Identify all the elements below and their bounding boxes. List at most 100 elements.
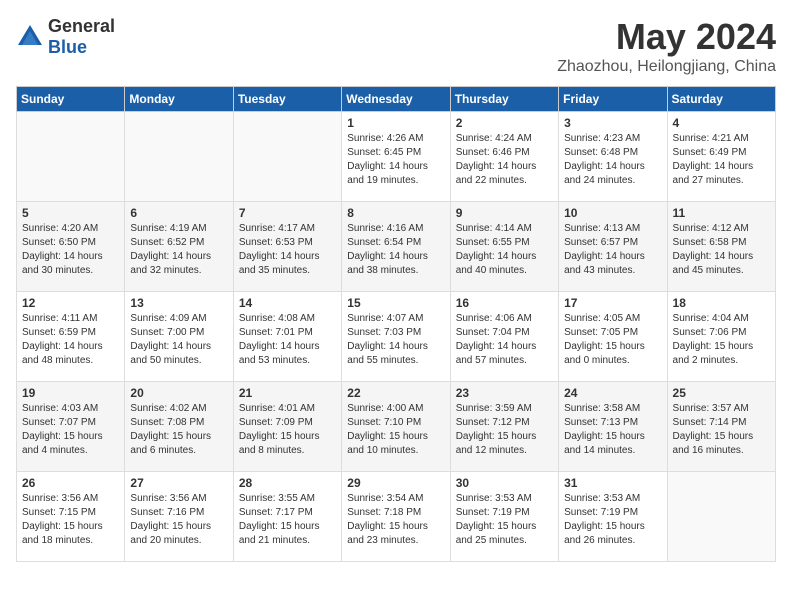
day-header-saturday: Saturday — [667, 87, 775, 112]
logo-general: General — [48, 16, 115, 36]
day-header-sunday: Sunday — [17, 87, 125, 112]
day-info: Sunrise: 3:58 AM Sunset: 7:13 PM Dayligh… — [564, 402, 661, 458]
day-info: Sunrise: 4:11 AM Sunset: 6:59 PM Dayligh… — [22, 312, 119, 368]
day-cell: 23 Sunrise: 3:59 AM Sunset: 7:12 PM Dayli… — [450, 382, 558, 472]
day-number: 24 — [564, 386, 661, 400]
day-number: 5 — [22, 206, 119, 220]
day-info: Sunrise: 3:53 AM Sunset: 7:19 PM Dayligh… — [456, 492, 553, 548]
day-cell: 24 Sunrise: 3:58 AM Sunset: 7:13 PM Dayli… — [559, 382, 667, 472]
day-number: 9 — [456, 206, 553, 220]
day-cell: 20 Sunrise: 4:02 AM Sunset: 7:08 PM Dayli… — [125, 382, 233, 472]
day-cell: 7 Sunrise: 4:17 AM Sunset: 6:53 PM Daylig… — [233, 202, 341, 292]
day-cell: 9 Sunrise: 4:14 AM Sunset: 6:55 PM Daylig… — [450, 202, 558, 292]
day-info: Sunrise: 4:14 AM Sunset: 6:55 PM Dayligh… — [456, 222, 553, 278]
calendar-table: SundayMondayTuesdayWednesdayThursdayFrid… — [16, 86, 776, 562]
day-number: 14 — [239, 296, 336, 310]
week-row-1: 1Sunrise: 4:26 AM Sunset: 6:45 PM Daylig… — [17, 112, 776, 202]
day-info: Sunrise: 4:24 AM Sunset: 6:46 PM Dayligh… — [456, 132, 553, 188]
day-info: Sunrise: 4:13 AM Sunset: 6:57 PM Dayligh… — [564, 222, 661, 278]
day-info: Sunrise: 4:16 AM Sunset: 6:54 PM Dayligh… — [347, 222, 444, 278]
day-cell: 21 Sunrise: 4:01 AM Sunset: 7:09 PM Dayli… — [233, 382, 341, 472]
day-header-wednesday: Wednesday — [342, 87, 450, 112]
day-number: 26 — [22, 476, 119, 490]
day-cell: 6Sunrise: 4:19 AM Sunset: 6:52 PM Daylig… — [125, 202, 233, 292]
location: Zhaozhou, Heilongjiang, China — [557, 58, 776, 76]
month-year: May 2024 — [557, 16, 776, 58]
week-row-3: 12 Sunrise: 4:11 AM Sunset: 6:59 PM Dayli… — [17, 292, 776, 382]
day-cell: 4 Sunrise: 4:21 AM Sunset: 6:49 PM Daylig… — [667, 112, 775, 202]
calendar-body: 1Sunrise: 4:26 AM Sunset: 6:45 PM Daylig… — [17, 112, 776, 562]
day-number: 28 — [239, 476, 336, 490]
page-header: General Blue May 2024 Zhaozhou, Heilongj… — [16, 16, 776, 76]
day-cell — [17, 112, 125, 202]
day-info: Sunrise: 4:20 AM Sunset: 6:50 PM Dayligh… — [22, 222, 119, 278]
day-info: Sunrise: 3:59 AM Sunset: 7:12 PM Dayligh… — [456, 402, 553, 458]
day-number: 16 — [456, 296, 553, 310]
day-info: Sunrise: 4:21 AM Sunset: 6:49 PM Dayligh… — [673, 132, 770, 188]
day-number: 12 — [22, 296, 119, 310]
day-cell: 3 Sunrise: 4:23 AM Sunset: 6:48 PM Daylig… — [559, 112, 667, 202]
logo: General Blue — [16, 16, 115, 58]
day-number: 10 — [564, 206, 661, 220]
day-number: 3 — [564, 116, 661, 130]
day-cell: 29 Sunrise: 3:54 AM Sunset: 7:18 PM Dayli… — [342, 472, 450, 562]
day-cell: 26 Sunrise: 3:56 AM Sunset: 7:15 PM Dayli… — [17, 472, 125, 562]
day-header-thursday: Thursday — [450, 87, 558, 112]
day-number: 29 — [347, 476, 444, 490]
day-cell — [233, 112, 341, 202]
day-cell: 22Sunrise: 4:00 AM Sunset: 7:10 PM Dayli… — [342, 382, 450, 472]
day-number: 23 — [456, 386, 553, 400]
day-number: 19 — [22, 386, 119, 400]
day-info: Sunrise: 4:01 AM Sunset: 7:09 PM Dayligh… — [239, 402, 336, 458]
day-info: Sunrise: 4:19 AM Sunset: 6:52 PM Dayligh… — [130, 222, 227, 278]
day-cell: 30 Sunrise: 3:53 AM Sunset: 7:19 PM Dayli… — [450, 472, 558, 562]
day-cell: 31Sunrise: 3:53 AM Sunset: 7:19 PM Dayli… — [559, 472, 667, 562]
day-number: 4 — [673, 116, 770, 130]
day-number: 2 — [456, 116, 553, 130]
day-number: 13 — [130, 296, 227, 310]
day-cell: 17 Sunrise: 4:05 AM Sunset: 7:05 PM Dayli… — [559, 292, 667, 382]
week-row-5: 26 Sunrise: 3:56 AM Sunset: 7:15 PM Dayli… — [17, 472, 776, 562]
day-header-monday: Monday — [125, 87, 233, 112]
day-number: 25 — [673, 386, 770, 400]
day-info: Sunrise: 4:26 AM Sunset: 6:45 PM Dayligh… — [347, 132, 444, 188]
day-cell: 27Sunrise: 3:56 AM Sunset: 7:16 PM Dayli… — [125, 472, 233, 562]
day-info: Sunrise: 4:03 AM Sunset: 7:07 PM Dayligh… — [22, 402, 119, 458]
day-number: 11 — [673, 206, 770, 220]
day-info: Sunrise: 4:23 AM Sunset: 6:48 PM Dayligh… — [564, 132, 661, 188]
day-number: 18 — [673, 296, 770, 310]
day-cell: 19 Sunrise: 4:03 AM Sunset: 7:07 PM Dayli… — [17, 382, 125, 472]
day-info: Sunrise: 4:00 AM Sunset: 7:10 PM Dayligh… — [347, 402, 444, 458]
calendar-header-row: SundayMondayTuesdayWednesdayThursdayFrid… — [17, 87, 776, 112]
day-cell: 16 Sunrise: 4:06 AM Sunset: 7:04 PM Dayli… — [450, 292, 558, 382]
week-row-2: 5 Sunrise: 4:20 AM Sunset: 6:50 PM Daylig… — [17, 202, 776, 292]
day-number: 8 — [347, 206, 444, 220]
day-cell: 2 Sunrise: 4:24 AM Sunset: 6:46 PM Daylig… — [450, 112, 558, 202]
day-info: Sunrise: 4:08 AM Sunset: 7:01 PM Dayligh… — [239, 312, 336, 368]
day-info: Sunrise: 4:07 AM Sunset: 7:03 PM Dayligh… — [347, 312, 444, 368]
day-cell: 8 Sunrise: 4:16 AM Sunset: 6:54 PM Daylig… — [342, 202, 450, 292]
day-number: 7 — [239, 206, 336, 220]
day-number: 20 — [130, 386, 227, 400]
day-number: 30 — [456, 476, 553, 490]
day-info: Sunrise: 3:53 AM Sunset: 7:19 PM Dayligh… — [564, 492, 661, 548]
day-info: Sunrise: 4:05 AM Sunset: 7:05 PM Dayligh… — [564, 312, 661, 368]
day-cell: 15 Sunrise: 4:07 AM Sunset: 7:03 PM Dayli… — [342, 292, 450, 382]
day-info: Sunrise: 4:02 AM Sunset: 7:08 PM Dayligh… — [130, 402, 227, 458]
day-cell: 5 Sunrise: 4:20 AM Sunset: 6:50 PM Daylig… — [17, 202, 125, 292]
day-info: Sunrise: 4:06 AM Sunset: 7:04 PM Dayligh… — [456, 312, 553, 368]
day-number: 15 — [347, 296, 444, 310]
day-cell: 10 Sunrise: 4:13 AM Sunset: 6:57 PM Dayli… — [559, 202, 667, 292]
day-info: Sunrise: 3:56 AM Sunset: 7:15 PM Dayligh… — [22, 492, 119, 548]
day-cell — [125, 112, 233, 202]
day-number: 21 — [239, 386, 336, 400]
logo-blue: Blue — [48, 37, 87, 57]
day-info: Sunrise: 3:54 AM Sunset: 7:18 PM Dayligh… — [347, 492, 444, 548]
day-info: Sunrise: 4:09 AM Sunset: 7:00 PM Dayligh… — [130, 312, 227, 368]
day-number: 17 — [564, 296, 661, 310]
day-cell: 18Sunrise: 4:04 AM Sunset: 7:06 PM Dayli… — [667, 292, 775, 382]
logo-text: General Blue — [48, 16, 115, 58]
day-cell — [667, 472, 775, 562]
logo-icon — [16, 23, 44, 51]
day-info: Sunrise: 4:17 AM Sunset: 6:53 PM Dayligh… — [239, 222, 336, 278]
